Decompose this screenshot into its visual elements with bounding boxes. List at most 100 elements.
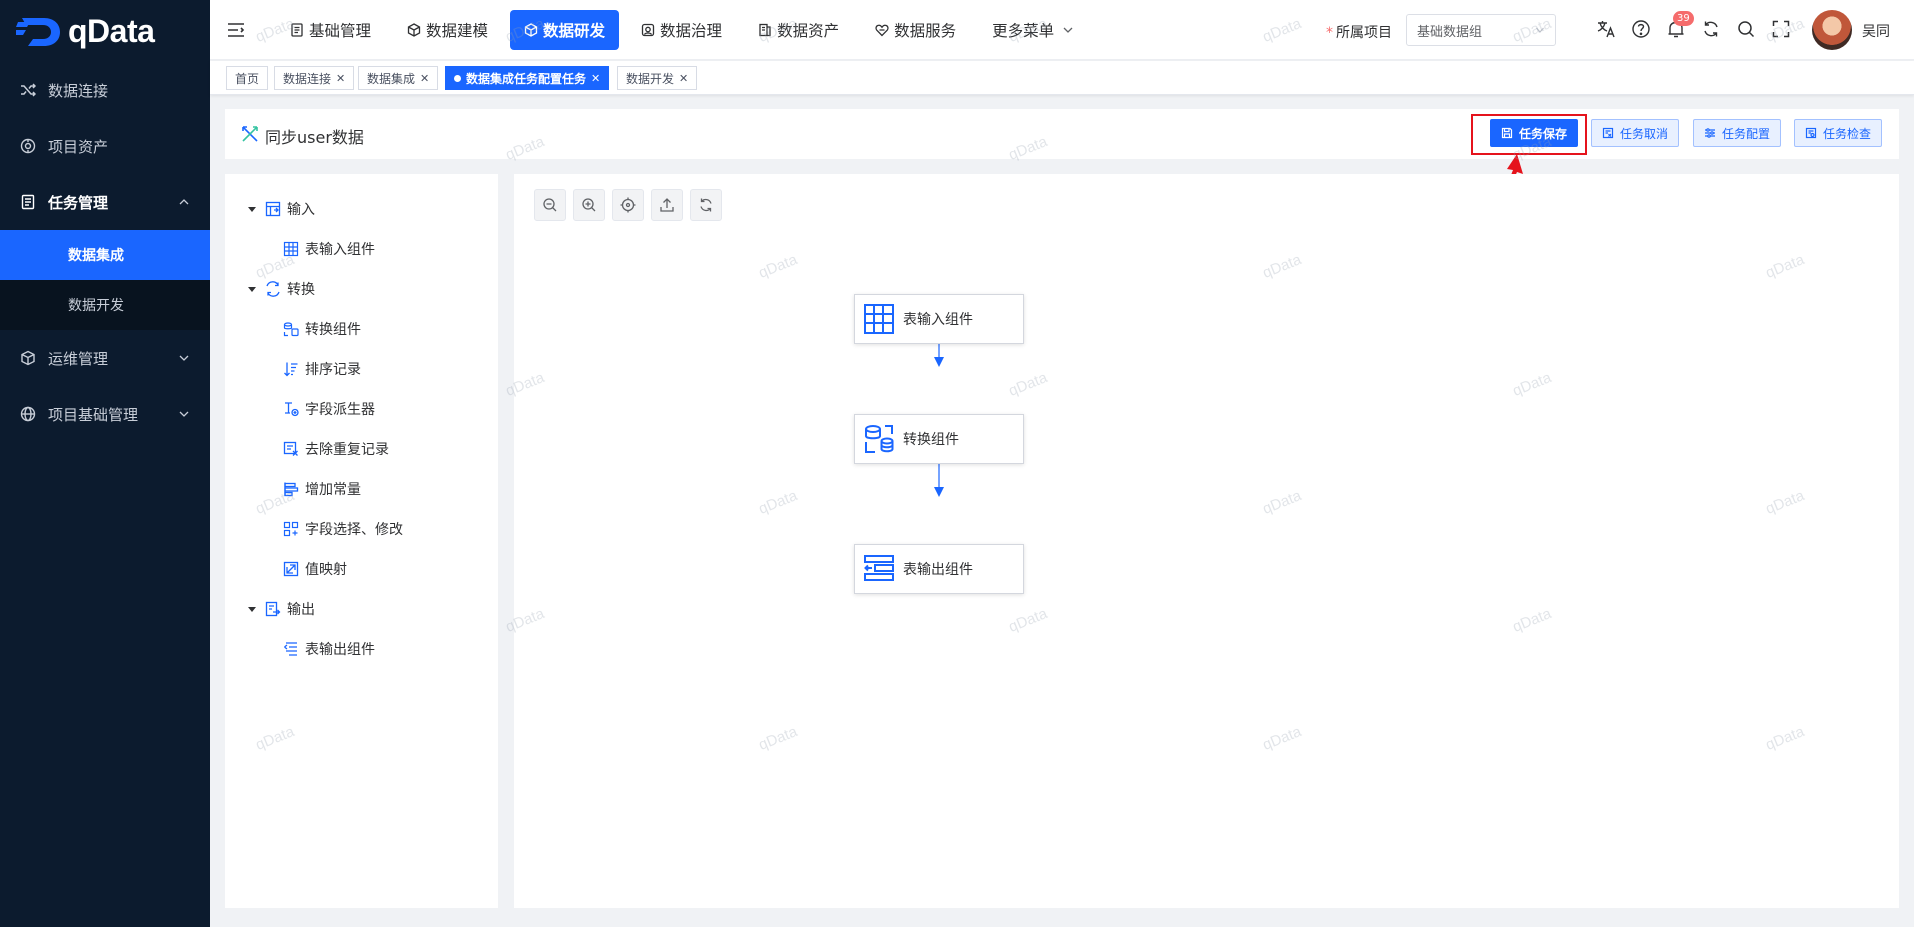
tab-data-connection[interactable]: 数据连接 ✕	[274, 66, 355, 90]
task-config-button[interactable]: 任务配置	[1693, 119, 1782, 147]
tree-item-field-select-modify[interactable]: 字段选择、修改	[283, 519, 403, 539]
tree-item-table-output[interactable]: 表输出组件	[283, 639, 375, 659]
file-icon	[290, 23, 304, 37]
flow-node-table-input[interactable]: 表输入组件	[854, 294, 1024, 344]
close-icon[interactable]: ✕	[336, 72, 345, 85]
flow-edges	[934, 294, 944, 497]
cancel-doc-icon	[1602, 127, 1614, 139]
required-mark: *	[1326, 25, 1333, 41]
nav-item-data-governance[interactable]: 数据治理	[627, 10, 736, 50]
tree-item-field-derivator[interactable]: 字段派生器	[283, 399, 375, 419]
sidebar-item-project-assets[interactable]: 项目资产	[0, 118, 210, 174]
caret-down-icon	[248, 287, 256, 292]
flow-node-transform[interactable]: 转换组件	[854, 414, 1024, 464]
nav-item-label: 数据服务	[894, 22, 957, 40]
add-constant-icon	[283, 481, 299, 497]
flow-canvas[interactable]: 表输入组件 转换组件 表输出组件	[514, 174, 1899, 908]
sidebar: qData 数据连接 项目资产 任务管理 数据集成 数据开发 运维管理 项目基础…	[0, 0, 210, 927]
nav-item-label: 数据治理	[660, 22, 723, 40]
close-icon[interactable]: ✕	[591, 72, 600, 85]
menu-collapse-icon[interactable]	[226, 20, 246, 40]
input-group-icon	[265, 201, 281, 217]
sidebar-item-label: 任务管理	[48, 193, 109, 212]
tree-group-transform[interactable]: 转换	[247, 279, 315, 299]
output-group-icon	[265, 601, 281, 617]
shield-icon	[641, 23, 655, 37]
task-cancel-button[interactable]: 任务取消	[1591, 119, 1680, 147]
close-icon[interactable]: ✕	[420, 72, 429, 85]
logo[interactable]: qData	[0, 0, 210, 62]
project-select[interactable]: 基础数据组	[1406, 14, 1556, 46]
sidebar-item-data-connection[interactable]: 数据连接	[0, 62, 210, 118]
transform-db-icon	[283, 321, 299, 337]
tree-item-value-mapping[interactable]: 值映射	[283, 559, 347, 579]
tab-home[interactable]: 首页	[226, 66, 269, 90]
tree-item-transform-component[interactable]: 转换组件	[283, 319, 361, 339]
sidebar-item-project-base-management[interactable]: 项目基础管理	[0, 386, 210, 442]
tree-group-output[interactable]: 输出	[247, 599, 315, 619]
task-check-button[interactable]: 任务检查	[1794, 119, 1883, 147]
page-title: 同步user数据	[265, 128, 364, 147]
nav-item-label: 数据建模	[426, 22, 489, 40]
table-grid-icon	[863, 303, 895, 335]
dedupe-icon	[283, 441, 299, 457]
nav-item-data-service[interactable]: 数据服务	[861, 10, 970, 50]
transform-group-icon	[265, 281, 281, 297]
nav-item-data-modeling[interactable]: 数据建模	[393, 10, 502, 50]
top-nav: 基础管理 数据建模 数据研发 数据治理 数据资产 数据服务 更多菜单	[276, 10, 1096, 50]
sidebar-item-ops-management[interactable]: 运维管理	[0, 330, 210, 386]
sidebar-subitem-data-development[interactable]: 数据开发	[0, 280, 210, 330]
chevron-up-icon	[179, 199, 189, 205]
flow-node-table-output[interactable]: 表输出组件	[854, 544, 1024, 594]
cube-icon	[407, 23, 421, 37]
caret-down-icon	[248, 607, 256, 612]
help-icon[interactable]	[1631, 19, 1651, 39]
tab-integration-task-config[interactable]: 数据集成任务配置任务 ✕	[445, 66, 610, 90]
nav-item-data-rd[interactable]: 数据研发	[510, 10, 620, 50]
tab-data-development[interactable]: 数据开发 ✕	[617, 66, 698, 90]
fullscreen-icon[interactable]	[1771, 19, 1791, 39]
tree-item-sort-records[interactable]: 排序记录	[283, 359, 361, 379]
active-dot	[454, 74, 461, 82]
highlight-box	[1471, 114, 1587, 155]
logo-icon	[16, 18, 60, 46]
tree-item-remove-duplicates[interactable]: 去除重复记录	[283, 439, 389, 459]
stack-icon	[758, 23, 772, 37]
sidebar-item-label: 项目资产	[48, 137, 109, 156]
cube-icon	[524, 23, 538, 37]
edge-arrow	[934, 357, 944, 367]
tab-data-integration[interactable]: 数据集成 ✕	[358, 66, 439, 90]
nav-item-label: 更多菜单	[992, 22, 1055, 40]
close-icon[interactable]: ✕	[679, 72, 688, 85]
table-output-icon	[283, 641, 299, 657]
tree-group-input[interactable]: 输入	[247, 199, 315, 219]
sidebar-item-label: 数据连接	[48, 81, 109, 100]
tree-item-add-constant[interactable]: 增加常量	[283, 479, 361, 499]
sync-task-icon	[242, 126, 258, 142]
sidebar-item-label: 运维管理	[48, 349, 109, 368]
shuffle-icon	[20, 82, 36, 98]
sidebar-item-task-management[interactable]: 任务管理	[0, 174, 210, 230]
translate-icon[interactable]	[1596, 19, 1616, 39]
nav-item-more-menu[interactable]: 更多菜单	[978, 10, 1088, 50]
component-tree: 输入 表输入组件 转换 转换组件 排序记录 字段派生器 去除重复记录 增加常量 …	[225, 174, 498, 908]
username[interactable]: 吴同	[1862, 21, 1890, 41]
tab-bar: 首页 数据连接 ✕ 数据集成 ✕ 数据集成任务配置任务 ✕ 数据开发 ✕	[210, 61, 1914, 95]
nav-item-basic-management[interactable]: 基础管理	[276, 10, 385, 50]
nav-item-label: 数据资产	[777, 22, 840, 40]
nav-item-data-assets[interactable]: 数据资产	[744, 10, 853, 50]
field-select-icon	[283, 521, 299, 537]
refresh-icon[interactable]	[1701, 19, 1721, 39]
sort-icon	[283, 361, 299, 377]
chevron-down-icon	[179, 355, 189, 361]
field-derive-icon	[283, 401, 299, 417]
project-select-value: 基础数据组	[1417, 24, 1483, 40]
logo-text: qData	[68, 12, 155, 49]
asset-icon	[20, 138, 36, 154]
avatar[interactable]	[1812, 10, 1852, 50]
table-grid-icon	[283, 241, 299, 257]
notification-badge: 39	[1673, 11, 1694, 26]
search-icon[interactable]	[1736, 19, 1756, 39]
tree-item-table-input[interactable]: 表输入组件	[283, 239, 375, 259]
sidebar-subitem-data-integration[interactable]: 数据集成	[0, 230, 210, 280]
